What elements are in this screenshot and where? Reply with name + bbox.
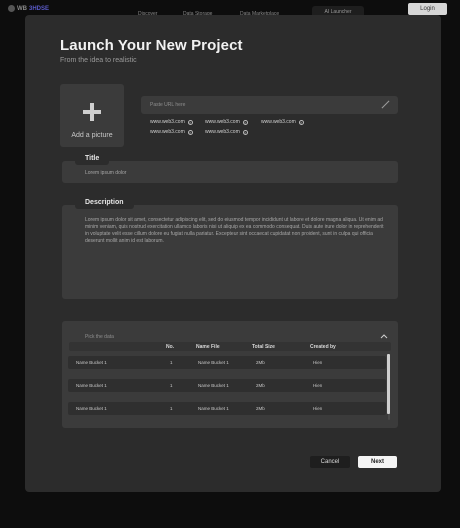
login-button[interactable]: Login [408, 3, 447, 15]
pick-data-label: Pick the data [85, 334, 114, 340]
launch-project-modal: Launch Your New Project From the idea to… [25, 15, 441, 492]
url-chip: www.web3.com × [205, 129, 248, 135]
description-label: Description [75, 197, 134, 209]
modal-subtitle: From the idea to realistic [60, 57, 137, 64]
add-picture-label: Add a picture [71, 132, 113, 139]
col-total-size: Total Size [252, 344, 275, 350]
description-value: Lorem ipsum dolor sit amet, consectetur … [85, 217, 384, 244]
logo-prefix: WB [17, 5, 27, 12]
modal-title: Launch Your New Project [60, 37, 243, 54]
chevron-up-icon[interactable] [380, 333, 388, 339]
table-row[interactable]: Name Bucket 1 1 Name Bucket 1 2Mb Hien [68, 379, 386, 392]
add-picture-button[interactable]: Add a picture [60, 84, 124, 147]
col-name-file: Name File [196, 344, 220, 350]
url-chip-text: www.web3.com [261, 119, 296, 125]
col-no: No. [166, 344, 175, 350]
remove-url-icon[interactable]: × [242, 119, 248, 125]
remove-url-icon[interactable]: × [187, 129, 193, 135]
title-value: Lorem ipsum dolor [85, 170, 127, 176]
pencil-icon[interactable] [381, 100, 390, 109]
cell-created-by: Hien [313, 383, 323, 388]
url-chip-text: www.web3.com [150, 129, 185, 135]
cell-size: 2Mb [256, 406, 265, 411]
logo-icon [8, 5, 15, 12]
cell-name: Name Bucket 1 [76, 360, 107, 365]
cell-file: Name Bucket 1 [198, 360, 229, 365]
url-chip: www.web3.com × [150, 119, 193, 125]
table-header: No. Name File Total Size Created by [69, 342, 391, 351]
cell-created-by: Hien [313, 360, 323, 365]
table-row[interactable]: Name Bucket 1 1 Name Bucket 1 2Mb Hien [68, 356, 386, 369]
cell-name: Name Bucket 1 [76, 383, 107, 388]
remove-url-icon[interactable]: × [242, 129, 248, 135]
url-input[interactable]: Paste URL here [141, 96, 398, 114]
col-created-by: Created by [310, 344, 336, 350]
scrollbar-thumb[interactable] [387, 354, 390, 414]
logo[interactable]: WB 3HDSE [8, 5, 49, 12]
remove-url-icon[interactable]: × [298, 119, 304, 125]
cell-no: 1 [170, 360, 173, 365]
cell-no: 1 [170, 383, 173, 388]
cell-file: Name Bucket 1 [198, 383, 229, 388]
url-chip-text: www.web3.com [150, 119, 185, 125]
table-row[interactable]: Name Bucket 1 1 Name Bucket 1 2Mb Hien [68, 402, 386, 415]
url-placeholder: Paste URL here [150, 102, 186, 108]
remove-url-icon[interactable]: × [187, 119, 193, 125]
title-label: Title [75, 153, 110, 165]
description-field[interactable]: Lorem ipsum dolor sit amet, consectetur … [62, 205, 398, 299]
url-chip-text: www.web3.com [205, 129, 240, 135]
url-chip-text: www.web3.com [205, 119, 240, 125]
cell-file: Name Bucket 1 [198, 406, 229, 411]
pick-data-panel: Pick the data No. Name File Total Size C… [62, 321, 398, 428]
url-chip: www.web3.com × [261, 119, 304, 125]
title-field[interactable]: Lorem ipsum dolor [62, 161, 398, 183]
plus-icon [83, 103, 101, 121]
cell-size: 2Mb [256, 383, 265, 388]
url-chip: www.web3.com × [150, 129, 193, 135]
url-chip: www.web3.com × [205, 119, 248, 125]
next-button[interactable]: Next [358, 456, 397, 468]
cell-created-by: Hien [313, 406, 323, 411]
logo-accent: 3HDSE [29, 5, 50, 12]
cell-size: 2Mb [256, 360, 265, 365]
cell-no: 1 [170, 406, 173, 411]
cell-name: Name Bucket 1 [76, 406, 107, 411]
cancel-button[interactable]: Cancel [310, 456, 350, 468]
